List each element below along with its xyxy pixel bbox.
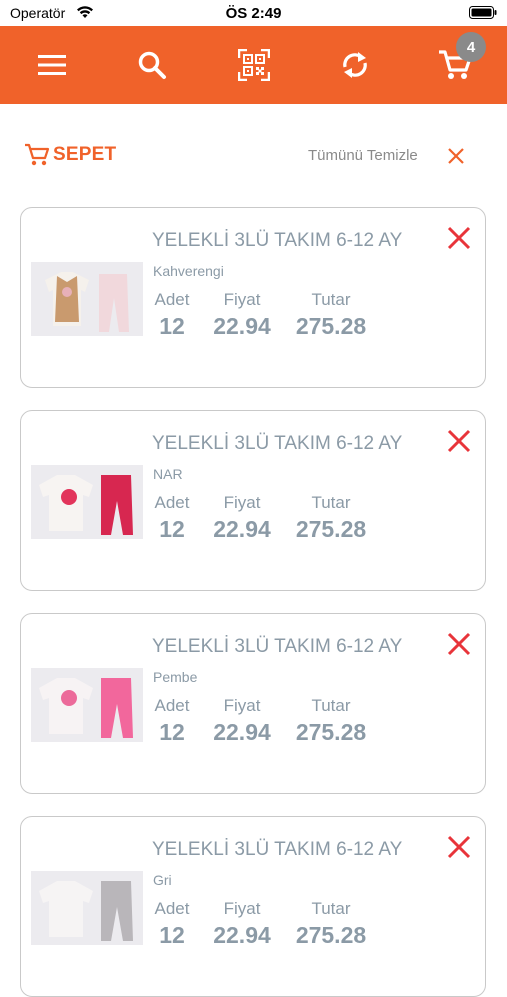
remove-item-icon[interactable] — [446, 631, 472, 657]
product-color: Pembe — [153, 669, 198, 685]
cart-title: SEPET — [53, 144, 117, 165]
cart-item-card: YELEKLİ 3LÜ TAKIM 6-12 AY NAR Adet 12 Fi… — [20, 410, 486, 591]
qr-scan-button[interactable] — [236, 47, 272, 83]
total-column: Tutar 275.28 — [291, 899, 371, 949]
menu-button[interactable] — [34, 47, 70, 83]
total-column: Tutar 275.28 — [291, 696, 371, 746]
clear-all-link[interactable]: Tümünü Temizle — [308, 147, 418, 164]
total-label: Tutar — [311, 290, 351, 309]
total-column: Tutar 275.28 — [291, 290, 371, 340]
qty-label: Adet — [154, 493, 190, 512]
price-label: Fiyat — [223, 899, 261, 918]
battery-icon — [469, 6, 497, 19]
product-name: YELEKLİ 3LÜ TAKIM 6-12 AY — [152, 839, 403, 860]
price-column: Fiyat 22.94 — [209, 493, 275, 543]
status-bar: Operatör ÖS 2:49 — [0, 0, 507, 26]
product-name: YELEKLİ 3LÜ TAKIM 6-12 AY — [152, 230, 403, 251]
product-image — [31, 668, 143, 742]
price-column: Fiyat 22.94 — [209, 899, 275, 949]
total-value: 275.28 — [295, 922, 367, 948]
product-image — [31, 465, 143, 539]
total-value: 275.28 — [295, 313, 367, 339]
qty-value: 12 — [159, 719, 185, 745]
qr-scan-icon — [238, 49, 270, 81]
product-color: NAR — [153, 466, 183, 482]
price-value: 22.94 — [213, 719, 271, 745]
product-image — [31, 871, 143, 945]
qty-label: Adet — [154, 899, 190, 918]
total-label: Tutar — [311, 696, 351, 715]
remove-item-icon[interactable] — [446, 225, 472, 251]
price-value: 22.94 — [213, 516, 271, 542]
qty-column: Adet 12 — [152, 290, 192, 340]
total-value: 275.28 — [295, 719, 367, 745]
refresh-icon — [343, 52, 367, 78]
qty-label: Adet — [154, 696, 190, 715]
top-toolbar — [0, 26, 507, 104]
qty-column: Adet 12 — [152, 696, 192, 746]
product-image — [31, 262, 143, 336]
cart-header: SEPET — [24, 143, 116, 167]
price-label: Fiyat — [223, 696, 261, 715]
clock: ÖS 2:49 — [225, 5, 282, 22]
price-value: 22.94 — [213, 922, 271, 948]
refresh-button[interactable] — [337, 47, 373, 83]
search-button[interactable] — [134, 47, 170, 83]
total-label: Tutar — [311, 899, 351, 918]
qty-column: Adet 12 — [152, 899, 192, 949]
price-value: 22.94 — [213, 313, 271, 339]
remove-item-icon[interactable] — [446, 834, 472, 860]
product-name: YELEKLİ 3LÜ TAKIM 6-12 AY — [152, 636, 403, 657]
cart-count-badge[interactable]: 4 — [456, 32, 486, 62]
product-color: Gri — [153, 872, 172, 888]
total-label: Tutar — [311, 493, 351, 512]
price-column: Fiyat 22.94 — [209, 696, 275, 746]
menu-icon — [38, 55, 66, 75]
qty-column: Adet 12 — [152, 493, 192, 543]
cart-item-card: YELEKLİ 3LÜ TAKIM 6-12 AY Pembe Adet 12 … — [20, 613, 486, 794]
total-value: 275.28 — [295, 516, 367, 542]
cart-item-card: YELEKLİ 3LÜ TAKIM 6-12 AY Kahverengi Ade… — [20, 207, 486, 388]
qty-value: 12 — [159, 313, 185, 339]
price-label: Fiyat — [223, 290, 261, 309]
price-label: Fiyat — [223, 493, 261, 512]
remove-item-icon[interactable] — [446, 428, 472, 454]
qty-label: Adet — [154, 290, 190, 309]
cart-item-card: YELEKLİ 3LÜ TAKIM 6-12 AY Gri Adet 12 Fi… — [20, 816, 486, 997]
product-color: Kahverengi — [153, 263, 224, 279]
total-column: Tutar 275.28 — [291, 493, 371, 543]
qty-value: 12 — [159, 516, 185, 542]
search-icon — [138, 51, 166, 79]
close-icon[interactable] — [446, 146, 466, 166]
product-name: YELEKLİ 3LÜ TAKIM 6-12 AY — [152, 433, 403, 454]
qty-value: 12 — [159, 922, 185, 948]
cart-icon — [25, 143, 50, 166]
price-column: Fiyat 22.94 — [209, 290, 275, 340]
